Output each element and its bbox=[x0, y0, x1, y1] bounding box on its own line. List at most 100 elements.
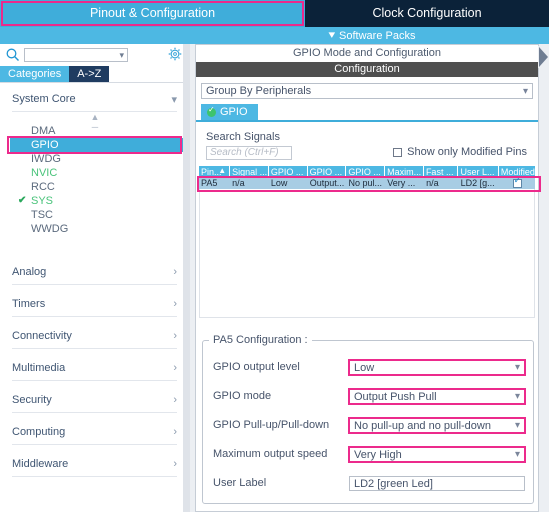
checkbox-icon bbox=[393, 147, 403, 157]
peripheral-item-wwdg-label: WWDG bbox=[31, 223, 69, 235]
peripheral-item-wwdg[interactable]: WWDG bbox=[0, 222, 189, 236]
peripheral-item-nvic-label: NVIC bbox=[31, 167, 58, 179]
tab-pinout-configuration[interactable]: Pinout & Configuration bbox=[0, 0, 305, 27]
search-signals-input[interactable]: Search (Ctrl+F) bbox=[206, 146, 292, 160]
category-security-label: Security bbox=[12, 394, 52, 406]
table-header-row: Pin... ▲ Signal ... GPIO ... GPIO ... GP… bbox=[199, 166, 535, 178]
peripheral-item-iwdg-label: IWDG bbox=[31, 153, 61, 165]
pin-configuration-group: PA5 Configuration : GPIO output level Lo… bbox=[202, 334, 534, 504]
field-maximum-output-speed: Maximum output speed Very High ▾ bbox=[213, 445, 526, 463]
cell-fast-mode: n/a bbox=[426, 178, 439, 188]
chevron-right-icon: › bbox=[173, 330, 177, 342]
column-header-fast-mode-label: Fast ... bbox=[425, 167, 454, 177]
sidebar-search-row: ▾ bbox=[0, 44, 190, 66]
select-gpio-mode[interactable]: Output Push Pull ▾ bbox=[348, 387, 526, 405]
tab-a-to-z[interactable]: A->Z bbox=[69, 66, 110, 82]
configuration-section-label: Configuration bbox=[334, 63, 400, 75]
search-signals-placeholder: Search (Ctrl+F) bbox=[210, 147, 279, 158]
category-connectivity[interactable]: Connectivity › bbox=[12, 324, 177, 349]
column-header-modified-label: Modified bbox=[500, 167, 535, 177]
chevron-right-icon: › bbox=[173, 458, 177, 470]
search-signals-label: Search Signals bbox=[206, 131, 538, 143]
peripheral-item-dma[interactable]: DMA bbox=[0, 124, 189, 138]
field-gpio-pull-up-pull-down: GPIO Pull-up/Pull-down No pull-up and no… bbox=[213, 416, 526, 434]
table-empty-area bbox=[199, 189, 535, 318]
select-gpio-pull-up-pull-down[interactable]: No pull-up and no pull-down ▾ bbox=[348, 416, 526, 434]
peripheral-item-sys[interactable]: ✔ SYS bbox=[0, 194, 189, 208]
peripheral-item-tsc-label: TSC bbox=[31, 209, 53, 221]
category-analog[interactable]: Analog › bbox=[12, 260, 177, 285]
field-gpio-mode: GPIO mode Output Push Pull ▾ bbox=[213, 387, 526, 405]
software-packs-menu[interactable]: ▾ Software Packs bbox=[195, 27, 549, 44]
category-middleware-label: Middleware bbox=[12, 458, 69, 470]
column-header-gpio-mode[interactable]: GPIO ... bbox=[308, 166, 347, 178]
column-header-signal[interactable]: Signal ... bbox=[230, 166, 269, 178]
chevron-right-icon: › bbox=[173, 394, 177, 406]
check-icon: ✔ bbox=[18, 195, 27, 206]
peripheral-sidebar: ▾ Categories A->Z System Core ▾ ▲ ─ DMA … bbox=[0, 44, 190, 512]
gear-icon[interactable] bbox=[168, 47, 182, 61]
group-by-select[interactable]: Group By Peripherals ▾ bbox=[201, 83, 533, 99]
field-gpio-mode-label: GPIO mode bbox=[213, 390, 272, 402]
column-header-modified[interactable]: Modified bbox=[499, 166, 535, 178]
cell-gpio-pull: No pul... bbox=[348, 178, 383, 188]
category-timers[interactable]: Timers › bbox=[12, 292, 177, 317]
select-maximum-output-speed[interactable]: Very High ▾ bbox=[348, 445, 526, 463]
category-multimedia[interactable]: Multimedia › bbox=[12, 356, 177, 381]
peripheral-item-tsc[interactable]: TSC bbox=[0, 208, 189, 222]
column-header-fast-mode[interactable]: Fast ... bbox=[424, 166, 459, 178]
pin-configuration-legend-label: PA5 Configuration : bbox=[213, 334, 308, 346]
status-ok-icon bbox=[207, 105, 216, 117]
peripheral-tree: System Core ▾ ▲ ─ DMA GPIO IWDG NVIC RCC… bbox=[0, 82, 189, 512]
column-header-gpio-pull[interactable]: GPIO ... bbox=[346, 166, 386, 178]
panel-collapse-arrow-icon[interactable] bbox=[538, 46, 549, 68]
chevron-down-icon: ▾ bbox=[514, 361, 520, 373]
category-computing[interactable]: Computing › bbox=[12, 420, 177, 445]
show-only-modified-pins-label: Show only Modified Pins bbox=[407, 146, 527, 158]
column-header-pin[interactable]: Pin... ▲ bbox=[199, 166, 231, 178]
search-signals-label-text: Search Signals bbox=[206, 131, 280, 143]
input-user-label[interactable]: LD2 [green Led] bbox=[349, 475, 525, 491]
column-header-gpio-output-level[interactable]: GPIO ... bbox=[269, 166, 308, 178]
peripheral-item-rcc[interactable]: RCC bbox=[0, 180, 189, 194]
chevron-right-icon: › bbox=[173, 266, 177, 278]
peripheral-item-iwdg[interactable]: IWDG bbox=[0, 152, 189, 166]
tab-clock-configuration-label: Clock Configuration bbox=[372, 6, 482, 20]
tab-clock-configuration[interactable]: Clock Configuration bbox=[305, 0, 549, 27]
category-middleware[interactable]: Middleware › bbox=[12, 452, 177, 477]
configuration-panel: GPIO Mode and Configuration Configuratio… bbox=[190, 44, 549, 512]
sidebar-search-input[interactable]: ▾ bbox=[24, 48, 128, 62]
field-gpio-output-level: GPIO output level Low ▾ bbox=[213, 358, 526, 376]
peripheral-item-rcc-label: RCC bbox=[31, 181, 55, 193]
column-header-user-label-label: User L... bbox=[460, 167, 495, 177]
table-row[interactable]: PA5 n/a Low Output... No pul... Very ...… bbox=[199, 178, 535, 189]
category-connectivity-label: Connectivity bbox=[12, 330, 72, 342]
peripheral-tab-row: GPIO bbox=[196, 104, 538, 122]
category-system-core[interactable]: System Core ▾ bbox=[12, 87, 177, 112]
tab-gpio[interactable]: GPIO bbox=[201, 104, 258, 120]
search-icon bbox=[4, 46, 22, 64]
peripheral-item-gpio[interactable]: GPIO bbox=[10, 138, 183, 152]
highlight-box-gpio-output-level bbox=[348, 358, 526, 376]
field-user-label: User Label LD2 [green Led] bbox=[213, 475, 525, 491]
cell-maximum-speed: Very ... bbox=[387, 178, 416, 188]
tab-categories[interactable]: Categories bbox=[0, 66, 70, 82]
cell-gpio-output-level: Low bbox=[270, 178, 288, 188]
chevron-down-icon: ▾ bbox=[119, 50, 124, 60]
sidebar-scrollbar[interactable] bbox=[183, 44, 190, 512]
select-gpio-output-level[interactable]: Low ▾ bbox=[348, 358, 526, 376]
peripheral-item-nvic[interactable]: NVIC bbox=[0, 166, 189, 180]
column-header-maximum-speed[interactable]: Maxim... bbox=[385, 166, 424, 178]
field-maximum-output-speed-label: Maximum output speed bbox=[213, 448, 328, 460]
software-packs-left-filler bbox=[0, 27, 195, 44]
cell-modified[interactable] bbox=[499, 178, 535, 189]
scroll-up-indicator[interactable]: ▲ ─ bbox=[0, 112, 189, 132]
chevron-right-icon: › bbox=[173, 426, 177, 438]
column-header-user-label[interactable]: User L... bbox=[458, 166, 499, 178]
column-header-signal-label: Signal ... bbox=[232, 167, 268, 177]
category-security[interactable]: Security › bbox=[12, 388, 177, 413]
show-only-modified-pins-checkbox[interactable]: Show only Modified Pins bbox=[393, 146, 527, 158]
input-user-label-value: LD2 [green Led] bbox=[354, 477, 433, 490]
column-header-gpio-output-level-label: GPIO ... bbox=[270, 167, 304, 177]
select-maximum-output-speed-value: Very High bbox=[354, 448, 402, 461]
